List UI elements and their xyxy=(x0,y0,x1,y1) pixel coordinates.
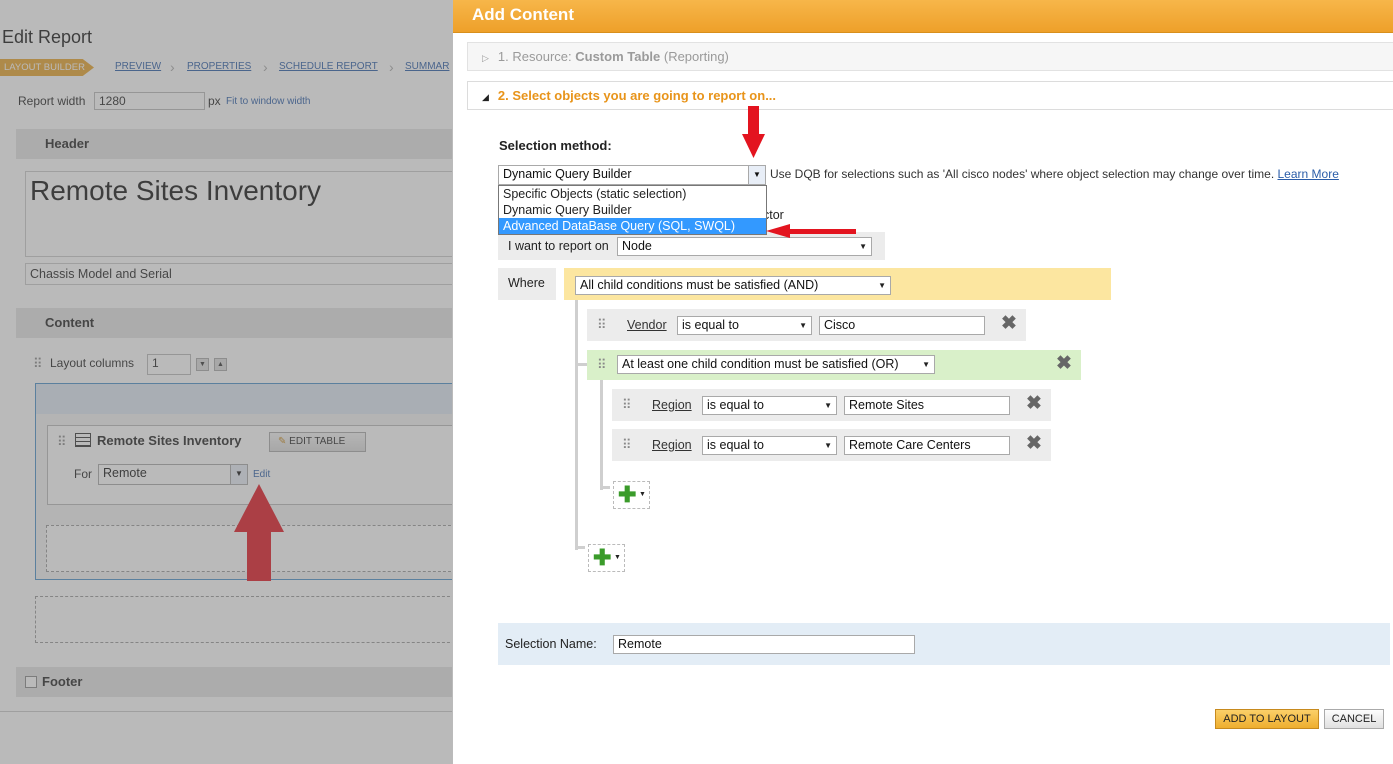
region1-value-input[interactable]: Remote Sites xyxy=(844,396,1010,415)
annotation-arrow-down xyxy=(742,106,765,158)
remove-group-icon[interactable]: ✖ xyxy=(1056,354,1072,373)
learn-more-link[interactable]: Learn More xyxy=(1278,167,1339,181)
or-condition-select[interactable]: At least one child condition must be sat… xyxy=(617,355,935,374)
expanded-arrow-icon: ◢ xyxy=(482,92,489,102)
condition-region-2: ⠿ Region is equal to ▼ Remote Care Cente… xyxy=(612,429,1051,461)
cancel-button[interactable]: CANCEL xyxy=(1324,709,1384,729)
add-content-dialog: Add Content ▷ 1. Resource: Custom Table (… xyxy=(452,0,1393,764)
hint-text: Use DQB for selections such as 'All cisc… xyxy=(770,167,1275,181)
tree-line xyxy=(575,300,578,550)
report-on-value: Node xyxy=(622,239,652,253)
vendor-field-link[interactable]: Vendor xyxy=(627,318,667,332)
chevron-down-icon: ▼ xyxy=(824,401,832,410)
tree-line xyxy=(600,380,603,490)
dialog-title: Add Content xyxy=(453,0,1393,33)
arrow-head xyxy=(742,134,765,158)
chevron-down-icon: ▼ xyxy=(799,321,807,330)
vendor-operator-value: is equal to xyxy=(682,318,739,332)
chevron-down-icon: ▼ xyxy=(859,242,867,251)
step1-suffix: (Reporting) xyxy=(660,49,729,64)
drag-handle-icon[interactable]: ⠿ xyxy=(597,357,606,373)
selection-name-row: Selection Name: Remote xyxy=(498,623,1390,665)
chevron-down-icon: ▼ xyxy=(748,166,765,184)
tree-line xyxy=(575,546,585,549)
chevron-down-icon: ▼ xyxy=(824,441,832,450)
drag-handle-icon[interactable]: ⠿ xyxy=(622,437,631,453)
remove-condition-icon[interactable]: ✖ xyxy=(1026,394,1042,413)
chevron-down-icon: ▼ xyxy=(639,491,646,498)
or-condition-value: At least one child condition must be sat… xyxy=(622,357,899,371)
step2-title: 2. Select objects you are going to repor… xyxy=(497,88,777,103)
step1-resource-name: Custom Table xyxy=(575,49,661,64)
region2-value-input[interactable]: Remote Care Centers xyxy=(844,436,1010,455)
option-advanced-database-query[interactable]: Advanced DataBase Query (SQL, SWQL) xyxy=(499,218,766,234)
tree-line xyxy=(600,486,610,489)
option-specific-objects[interactable]: Specific Objects (static selection) xyxy=(499,186,766,202)
region2-field-link[interactable]: Region xyxy=(652,438,692,452)
collapsed-arrow-icon: ▷ xyxy=(482,53,489,63)
vendor-operator-select[interactable]: is equal to ▼ xyxy=(677,316,812,335)
step1-prefix: 1. Resource: xyxy=(497,49,576,64)
chevron-down-icon: ▼ xyxy=(878,281,886,290)
and-condition-value: All child conditions must be satisfied (… xyxy=(580,278,819,292)
region1-operator-value: is equal to xyxy=(707,398,764,412)
chevron-down-icon: ▼ xyxy=(922,360,930,369)
selection-method-value: Dynamic Query Builder xyxy=(503,167,632,181)
option-dynamic-query-builder[interactable]: Dynamic Query Builder xyxy=(499,202,766,218)
and-condition-select[interactable]: All child conditions must be satisfied (… xyxy=(575,276,891,295)
region2-operator-value: is equal to xyxy=(707,438,764,452)
and-condition-group: All child conditions must be satisfied (… xyxy=(564,268,1111,300)
where-label: Where xyxy=(498,268,556,300)
remove-condition-icon[interactable]: ✖ xyxy=(1026,434,1042,453)
remove-condition-icon[interactable]: ✖ xyxy=(1001,314,1017,333)
report-on-label: I want to report on xyxy=(508,239,609,253)
vendor-value-input[interactable]: Cisco xyxy=(819,316,985,335)
region1-field-link[interactable]: Region xyxy=(652,398,692,412)
selection-method-select[interactable]: Dynamic Query Builder ▼ xyxy=(498,165,766,185)
selection-hint: Use DQB for selections such as 'All cisc… xyxy=(770,167,1339,181)
plus-icon: ✚ xyxy=(593,545,612,570)
or-condition-group: ⠿ At least one child condition must be s… xyxy=(587,350,1081,380)
report-on-select[interactable]: Node ▼ xyxy=(617,237,872,256)
add-and-condition-button[interactable]: ✚ ▼ xyxy=(588,544,625,572)
step-select-objects[interactable]: ◢ 2. Select objects you are going to repo… xyxy=(467,81,1393,110)
arrow-head xyxy=(766,224,790,238)
condition-vendor: ⠿ Vendor is equal to ▼ Cisco ✖ xyxy=(587,309,1026,341)
step-resource[interactable]: ▷ 1. Resource: Custom Table (Reporting) xyxy=(467,42,1393,71)
region1-operator-select[interactable]: is equal to ▼ xyxy=(702,396,837,415)
selection-method-dropdown: Specific Objects (static selection) Dyna… xyxy=(498,185,767,235)
region2-operator-select[interactable]: is equal to ▼ xyxy=(702,436,837,455)
add-to-layout-button[interactable]: ADD TO LAYOUT xyxy=(1215,709,1319,729)
drag-handle-icon[interactable]: ⠿ xyxy=(622,397,631,413)
selection-name-label: Selection Name: xyxy=(505,637,597,651)
drag-handle-icon[interactable]: ⠿ xyxy=(597,317,606,333)
arrow-shaft xyxy=(788,229,856,234)
arrow-shaft xyxy=(748,106,759,136)
selection-method-label: Selection method: xyxy=(499,138,612,153)
condition-region-1: ⠿ Region is equal to ▼ Remote Sites ✖ xyxy=(612,389,1051,421)
add-or-condition-button[interactable]: ✚ ▼ xyxy=(613,481,650,509)
selection-name-input[interactable]: Remote xyxy=(613,635,915,654)
annotation-arrow-left xyxy=(766,224,856,238)
plus-icon: ✚ xyxy=(618,482,637,507)
chevron-down-icon: ▼ xyxy=(614,554,621,561)
